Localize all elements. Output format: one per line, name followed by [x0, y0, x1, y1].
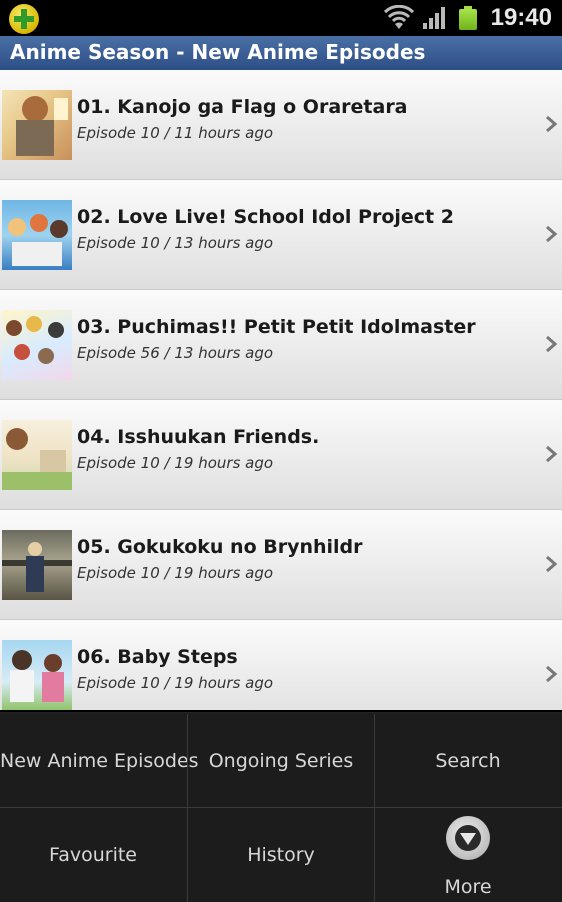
episode-thumbnail [2, 200, 72, 270]
episode-thumbnail [2, 310, 72, 380]
menu-item-history[interactable]: History [188, 808, 374, 901]
episode-thumbnail [2, 640, 72, 710]
menu-item-favourite[interactable]: Favourite [0, 808, 186, 901]
episode-subtitle: Episode 10 / 19 hours ago [77, 454, 274, 472]
chevron-right-icon [546, 665, 558, 683]
options-menu: New Anime Episodes Ongoing Series Search… [0, 710, 562, 902]
episode-list: 01. Kanojo ga Flag o Oraretara Episode 1… [0, 70, 562, 710]
episode-thumbnail [2, 530, 72, 600]
wifi-icon [384, 5, 414, 29]
page-title: Anime Season - New Anime Episodes [10, 40, 426, 64]
list-item[interactable]: 04. Isshuukan Friends. Episode 10 / 19 h… [0, 400, 562, 510]
episode-title: 01. Kanojo ga Flag o Oraretara [77, 96, 408, 118]
chevron-right-icon [546, 555, 558, 573]
app-title-bar: Anime Season - New Anime Episodes [0, 36, 562, 71]
list-item[interactable]: 06. Baby Steps Episode 10 / 19 hours ago [0, 620, 562, 710]
menu-item-label: Ongoing Series [208, 750, 354, 772]
menu-item-label: New Anime Episodes [0, 750, 199, 772]
episode-title: 02. Love Live! School Idol Project 2 [77, 206, 454, 228]
battery-icon [459, 6, 477, 30]
episode-title: 06. Baby Steps [77, 646, 238, 668]
episode-subtitle: Episode 10 / 19 hours ago [77, 564, 274, 582]
list-item[interactable]: 02. Love Live! School Idol Project 2 Epi… [0, 180, 562, 290]
menu-item-label: Search [435, 750, 501, 772]
menu-item-new-anime-episodes[interactable]: New Anime Episodes [0, 714, 199, 807]
episode-subtitle: Episode 56 / 13 hours ago [77, 344, 274, 362]
episode-subtitle: Episode 10 / 19 hours ago [77, 674, 274, 692]
signal-strength-icon [423, 7, 447, 29]
chevron-right-icon [546, 225, 558, 243]
list-item[interactable]: 01. Kanojo ga Flag o Oraretara Episode 1… [0, 70, 562, 180]
list-item[interactable]: 03. Puchimas!! Petit Petit Idolmaster Ep… [0, 290, 562, 400]
status-bar: 19:40 [0, 0, 562, 36]
menu-item-label: History [247, 844, 315, 866]
episode-title: 03. Puchimas!! Petit Petit Idolmaster [77, 316, 476, 338]
menu-item-label: More [444, 876, 492, 898]
chevron-right-icon [546, 445, 558, 463]
chevron-right-icon [546, 335, 558, 353]
clock: 19:40 [490, 4, 552, 31]
more-icon [446, 816, 490, 860]
chevron-right-icon [546, 115, 558, 133]
episode-subtitle: Episode 10 / 13 hours ago [77, 234, 274, 252]
episode-subtitle: Episode 10 / 11 hours ago [77, 124, 274, 142]
episode-title: 04. Isshuukan Friends. [77, 426, 320, 448]
list-item[interactable]: 05. Gokukoku no Brynhildr Episode 10 / 1… [0, 510, 562, 620]
episode-thumbnail [2, 90, 72, 160]
episode-thumbnail [2, 420, 72, 490]
menu-item-more[interactable]: More [375, 808, 561, 901]
menu-item-ongoing-series[interactable]: Ongoing Series [188, 714, 374, 807]
episode-title: 05. Gokukoku no Brynhildr [77, 536, 363, 558]
app-notification-icon [9, 4, 39, 34]
menu-item-search[interactable]: Search [375, 714, 561, 807]
menu-item-label: Favourite [49, 844, 137, 866]
